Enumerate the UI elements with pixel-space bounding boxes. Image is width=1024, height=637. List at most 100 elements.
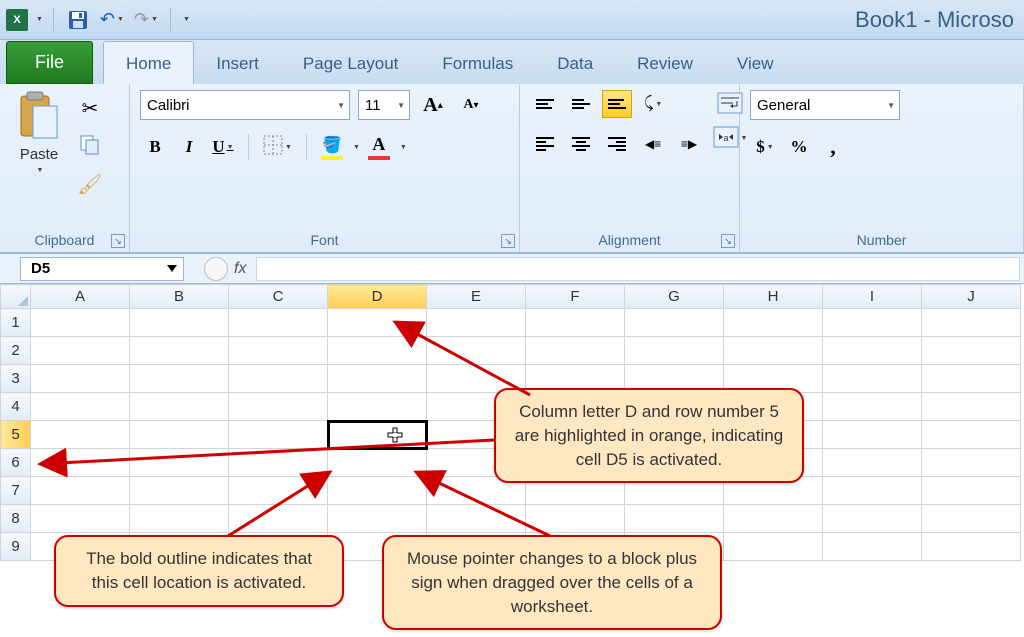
cell-D4[interactable] <box>328 393 427 421</box>
cell-A7[interactable] <box>31 477 130 505</box>
chevron-down-icon[interactable]: ▼ <box>400 144 407 151</box>
number-format-combo[interactable]: General ▼ <box>750 90 900 120</box>
shrink-font-button[interactable]: A▾ <box>456 90 486 120</box>
underline-button[interactable]: U ▼ <box>208 132 238 162</box>
paste-button[interactable]: Paste ▼ <box>10 90 68 228</box>
cell-I8[interactable] <box>823 505 922 533</box>
column-header-D[interactable]: D <box>328 285 427 309</box>
column-header-F[interactable]: F <box>526 285 625 309</box>
formula-input[interactable] <box>256 257 1020 281</box>
cell-J4[interactable] <box>922 393 1021 421</box>
cell-J8[interactable] <box>922 505 1021 533</box>
cell-F2[interactable] <box>526 337 625 365</box>
undo-button[interactable]: ↶ ▼ <box>98 6 126 34</box>
cell-I7[interactable] <box>823 477 922 505</box>
cell-B3[interactable] <box>130 365 229 393</box>
cell-D6[interactable] <box>328 449 427 477</box>
fill-color-button[interactable]: 🪣 <box>317 132 347 162</box>
cell-F1[interactable] <box>526 309 625 337</box>
cell-C3[interactable] <box>229 365 328 393</box>
cell-B7[interactable] <box>130 477 229 505</box>
row-header-9[interactable]: 9 <box>1 533 31 561</box>
cut-button[interactable]: ✂ <box>76 94 104 122</box>
cell-B6[interactable] <box>130 449 229 477</box>
borders-button[interactable]: ▼ <box>259 132 296 162</box>
cell-J3[interactable] <box>922 365 1021 393</box>
cell-H9[interactable] <box>724 533 823 561</box>
cell-D5[interactable] <box>328 421 427 449</box>
cell-B5[interactable] <box>130 421 229 449</box>
cell-D2[interactable] <box>328 337 427 365</box>
decrease-indent-button[interactable]: ◀≡ <box>638 130 668 158</box>
font-name-combo[interactable]: Calibri ▼ <box>140 90 350 120</box>
cell-D3[interactable] <box>328 365 427 393</box>
column-header-E[interactable]: E <box>427 285 526 309</box>
cell-F8[interactable] <box>526 505 625 533</box>
undo-dropdown-icon[interactable]: ▼ <box>117 16 124 23</box>
row-header-1[interactable]: 1 <box>1 309 31 337</box>
cancel-formula-button[interactable] <box>204 257 228 281</box>
cell-H1[interactable] <box>724 309 823 337</box>
font-color-button[interactable]: A <box>364 132 394 162</box>
cell-E1[interactable] <box>427 309 526 337</box>
clipboard-dialog-launcher[interactable]: ↘ <box>111 234 125 248</box>
cell-J9[interactable] <box>922 533 1021 561</box>
cell-G2[interactable] <box>625 337 724 365</box>
copy-button[interactable] <box>76 132 104 160</box>
row-header-7[interactable]: 7 <box>1 477 31 505</box>
cell-I2[interactable] <box>823 337 922 365</box>
column-header-I[interactable]: I <box>823 285 922 309</box>
redo-dropdown-icon[interactable]: ▼ <box>151 16 158 23</box>
cell-B2[interactable] <box>130 337 229 365</box>
align-center-button[interactable] <box>566 130 596 158</box>
align-right-button[interactable] <box>602 130 632 158</box>
cell-H2[interactable] <box>724 337 823 365</box>
cell-C1[interactable] <box>229 309 328 337</box>
comma-button[interactable]: , <box>818 132 848 162</box>
cell-C5[interactable] <box>229 421 328 449</box>
bold-button[interactable]: B <box>140 132 170 162</box>
cell-J7[interactable] <box>922 477 1021 505</box>
tab-view[interactable]: View <box>715 42 796 84</box>
increase-indent-button[interactable]: ≡▶ <box>674 130 704 158</box>
cell-B8[interactable] <box>130 505 229 533</box>
cell-J6[interactable] <box>922 449 1021 477</box>
cell-I1[interactable] <box>823 309 922 337</box>
cell-I9[interactable] <box>823 533 922 561</box>
column-header-J[interactable]: J <box>922 285 1021 309</box>
tab-file[interactable]: File <box>6 41 93 84</box>
cell-A1[interactable] <box>31 309 130 337</box>
align-bottom-button[interactable] <box>602 90 632 118</box>
cell-A3[interactable] <box>31 365 130 393</box>
tab-insert[interactable]: Insert <box>194 42 281 84</box>
cell-E2[interactable] <box>427 337 526 365</box>
column-header-H[interactable]: H <box>724 285 823 309</box>
chevron-down-icon[interactable]: ▼ <box>353 144 360 151</box>
currency-button[interactable]: $ ▼ <box>750 132 780 162</box>
tab-home[interactable]: Home <box>103 41 194 84</box>
column-header-G[interactable]: G <box>625 285 724 309</box>
cell-J2[interactable] <box>922 337 1021 365</box>
cell-D7[interactable] <box>328 477 427 505</box>
align-top-button[interactable] <box>530 90 560 118</box>
cell-I3[interactable] <box>823 365 922 393</box>
cell-G1[interactable] <box>625 309 724 337</box>
cell-C8[interactable] <box>229 505 328 533</box>
cell-C4[interactable] <box>229 393 328 421</box>
column-header-B[interactable]: B <box>130 285 229 309</box>
cell-J5[interactable] <box>922 421 1021 449</box>
cell-A2[interactable] <box>31 337 130 365</box>
font-size-combo[interactable]: 11 ▼ <box>358 90 410 120</box>
cell-G8[interactable] <box>625 505 724 533</box>
grow-font-button[interactable]: A▴ <box>418 90 448 120</box>
cell-I5[interactable] <box>823 421 922 449</box>
cell-D8[interactable] <box>328 505 427 533</box>
cell-C6[interactable] <box>229 449 328 477</box>
cell-C7[interactable] <box>229 477 328 505</box>
alignment-dialog-launcher[interactable]: ↘ <box>721 234 735 248</box>
format-painter-button[interactable]: 🖌 <box>76 170 104 198</box>
font-dialog-launcher[interactable]: ↘ <box>501 234 515 248</box>
cell-A4[interactable] <box>31 393 130 421</box>
cell-B1[interactable] <box>130 309 229 337</box>
app-menu-arrow-icon[interactable]: ▼ <box>36 16 43 23</box>
